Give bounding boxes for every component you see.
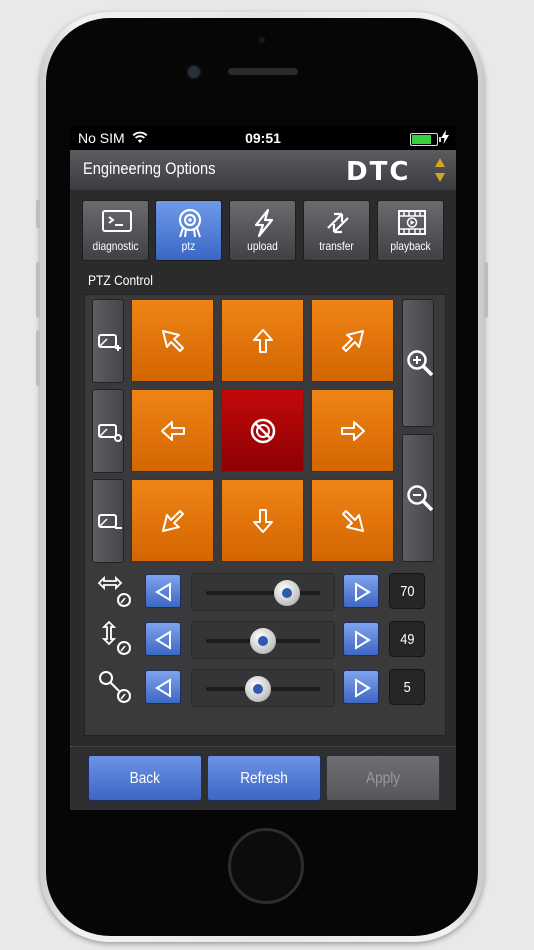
- tilt-down-button[interactable]: [221, 479, 304, 562]
- zoom-speed-slider[interactable]: [191, 669, 335, 707]
- volume-up-button: [36, 262, 40, 318]
- mute-switch: [36, 200, 40, 228]
- refresh-button[interactable]: Refresh: [207, 755, 321, 801]
- tilt-speed-decrease-button[interactable]: [145, 622, 181, 656]
- terminal-icon: [102, 210, 132, 232]
- tab-label: transfer: [319, 239, 354, 253]
- arrow-right-icon: [341, 421, 365, 441]
- tilt-speed-value: 49: [389, 621, 425, 657]
- tilt-speed-slider-thumb[interactable]: [249, 628, 276, 654]
- tab-label: diagnostic: [92, 239, 139, 253]
- zoom-speed-value: 5: [389, 669, 425, 705]
- earpiece-speaker: [228, 68, 298, 75]
- status-bar: No SIM 09:51: [70, 126, 456, 150]
- zoom-speed-row: 5: [85, 669, 445, 709]
- bolt-icon: [254, 208, 274, 238]
- page-title: Engineering Options: [83, 159, 216, 178]
- triangle-right-icon: [355, 582, 371, 602]
- pan-down-right-button[interactable]: [311, 479, 394, 562]
- triangle-right-icon: [355, 678, 371, 698]
- tilt-up-button[interactable]: [221, 299, 304, 382]
- apply-button[interactable]: Apply: [326, 755, 440, 801]
- tab-transfer[interactable]: transfer: [303, 200, 370, 261]
- zoom-speed-decrease-button[interactable]: [145, 670, 181, 704]
- tilt-speed-icon: [101, 621, 131, 655]
- charging-icon: [441, 130, 449, 144]
- tab-playback[interactable]: playback: [377, 200, 444, 261]
- tab-bar: diagnostic ptz upload transfer playback: [82, 200, 444, 262]
- volume-down-button: [36, 330, 40, 386]
- pan-speed-value: 70: [389, 573, 425, 609]
- zoom-in-button[interactable]: [402, 299, 434, 427]
- zoom-speed-icon: [99, 671, 131, 703]
- zoom-out-button[interactable]: [402, 434, 434, 562]
- arrow-down-icon: [253, 509, 273, 533]
- zoom-speed-slider-thumb[interactable]: [245, 676, 272, 702]
- zoom-out-icon: [407, 485, 434, 512]
- status-time: 09:51: [245, 130, 281, 146]
- arrow-up-icon: [253, 329, 273, 353]
- proximity-sensor: [259, 37, 265, 43]
- preset-remove-icon: [98, 514, 122, 529]
- camera-icon: [178, 208, 202, 238]
- logo-arrows-icon: [435, 158, 445, 182]
- pan-up-right-button[interactable]: [311, 299, 394, 382]
- pan-speed-slider[interactable]: [191, 573, 335, 611]
- pan-speed-icon: [97, 575, 131, 607]
- arrow-down-right-icon: [342, 510, 364, 532]
- arrow-up-left-icon: [162, 330, 184, 352]
- tab-label: playback: [390, 239, 431, 253]
- app-header: Engineering Options DTC: [70, 150, 456, 190]
- pan-right-button[interactable]: [311, 389, 394, 472]
- dtc-logo: DTC: [346, 157, 411, 187]
- pan-up-left-button[interactable]: [131, 299, 214, 382]
- preset-add-icon: [98, 334, 121, 351]
- tab-diagnostic[interactable]: diagnostic: [82, 200, 149, 261]
- preset-remove-button[interactable]: [92, 479, 124, 563]
- ptz-section-header: PTZ Control: [84, 267, 442, 295]
- section-title: PTZ Control: [88, 272, 153, 288]
- power-button: [484, 262, 488, 318]
- zoom-in-icon: [407, 350, 434, 377]
- triangle-right-icon: [355, 630, 371, 650]
- app-screen: No SIM 09:51 Engineering Options DTC dia…: [70, 126, 456, 810]
- transfer-arrows-icon: [327, 212, 349, 234]
- battery-icon: [410, 133, 441, 146]
- zoom-speed-increase-button[interactable]: [343, 670, 379, 704]
- tab-label: upload: [247, 239, 278, 253]
- tab-ptz[interactable]: ptz: [155, 200, 222, 261]
- pan-left-button[interactable]: [131, 389, 214, 472]
- front-camera: [186, 64, 202, 80]
- preset-add-button[interactable]: [92, 299, 124, 383]
- pan-speed-row: 70: [85, 573, 445, 613]
- stop-button[interactable]: [221, 389, 304, 472]
- tilt-speed-slider[interactable]: [191, 621, 335, 659]
- film-play-icon: [398, 210, 426, 235]
- preset-settings-icon: [98, 424, 122, 442]
- back-button[interactable]: Back: [88, 755, 202, 801]
- ptz-control-panel: 70 49 5: [84, 294, 446, 736]
- triangle-left-icon: [155, 582, 171, 602]
- pan-speed-slider-thumb[interactable]: [274, 580, 301, 606]
- arrow-down-left-icon: [162, 510, 184, 532]
- pan-speed-increase-button[interactable]: [343, 574, 379, 608]
- stop-icon: [250, 418, 276, 444]
- triangle-left-icon: [155, 630, 171, 650]
- preset-settings-button[interactable]: [92, 389, 124, 473]
- tilt-speed-row: 49: [85, 621, 445, 661]
- tab-label: ptz: [181, 239, 196, 253]
- triangle-left-icon: [155, 678, 171, 698]
- tilt-speed-increase-button[interactable]: [343, 622, 379, 656]
- home-button[interactable]: [228, 828, 304, 904]
- arrow-up-right-icon: [342, 330, 364, 352]
- tab-upload[interactable]: upload: [229, 200, 296, 261]
- pan-down-left-button[interactable]: [131, 479, 214, 562]
- pan-speed-decrease-button[interactable]: [145, 574, 181, 608]
- footer-bar: Back Refresh Apply: [70, 746, 456, 810]
- arrow-left-icon: [161, 421, 185, 441]
